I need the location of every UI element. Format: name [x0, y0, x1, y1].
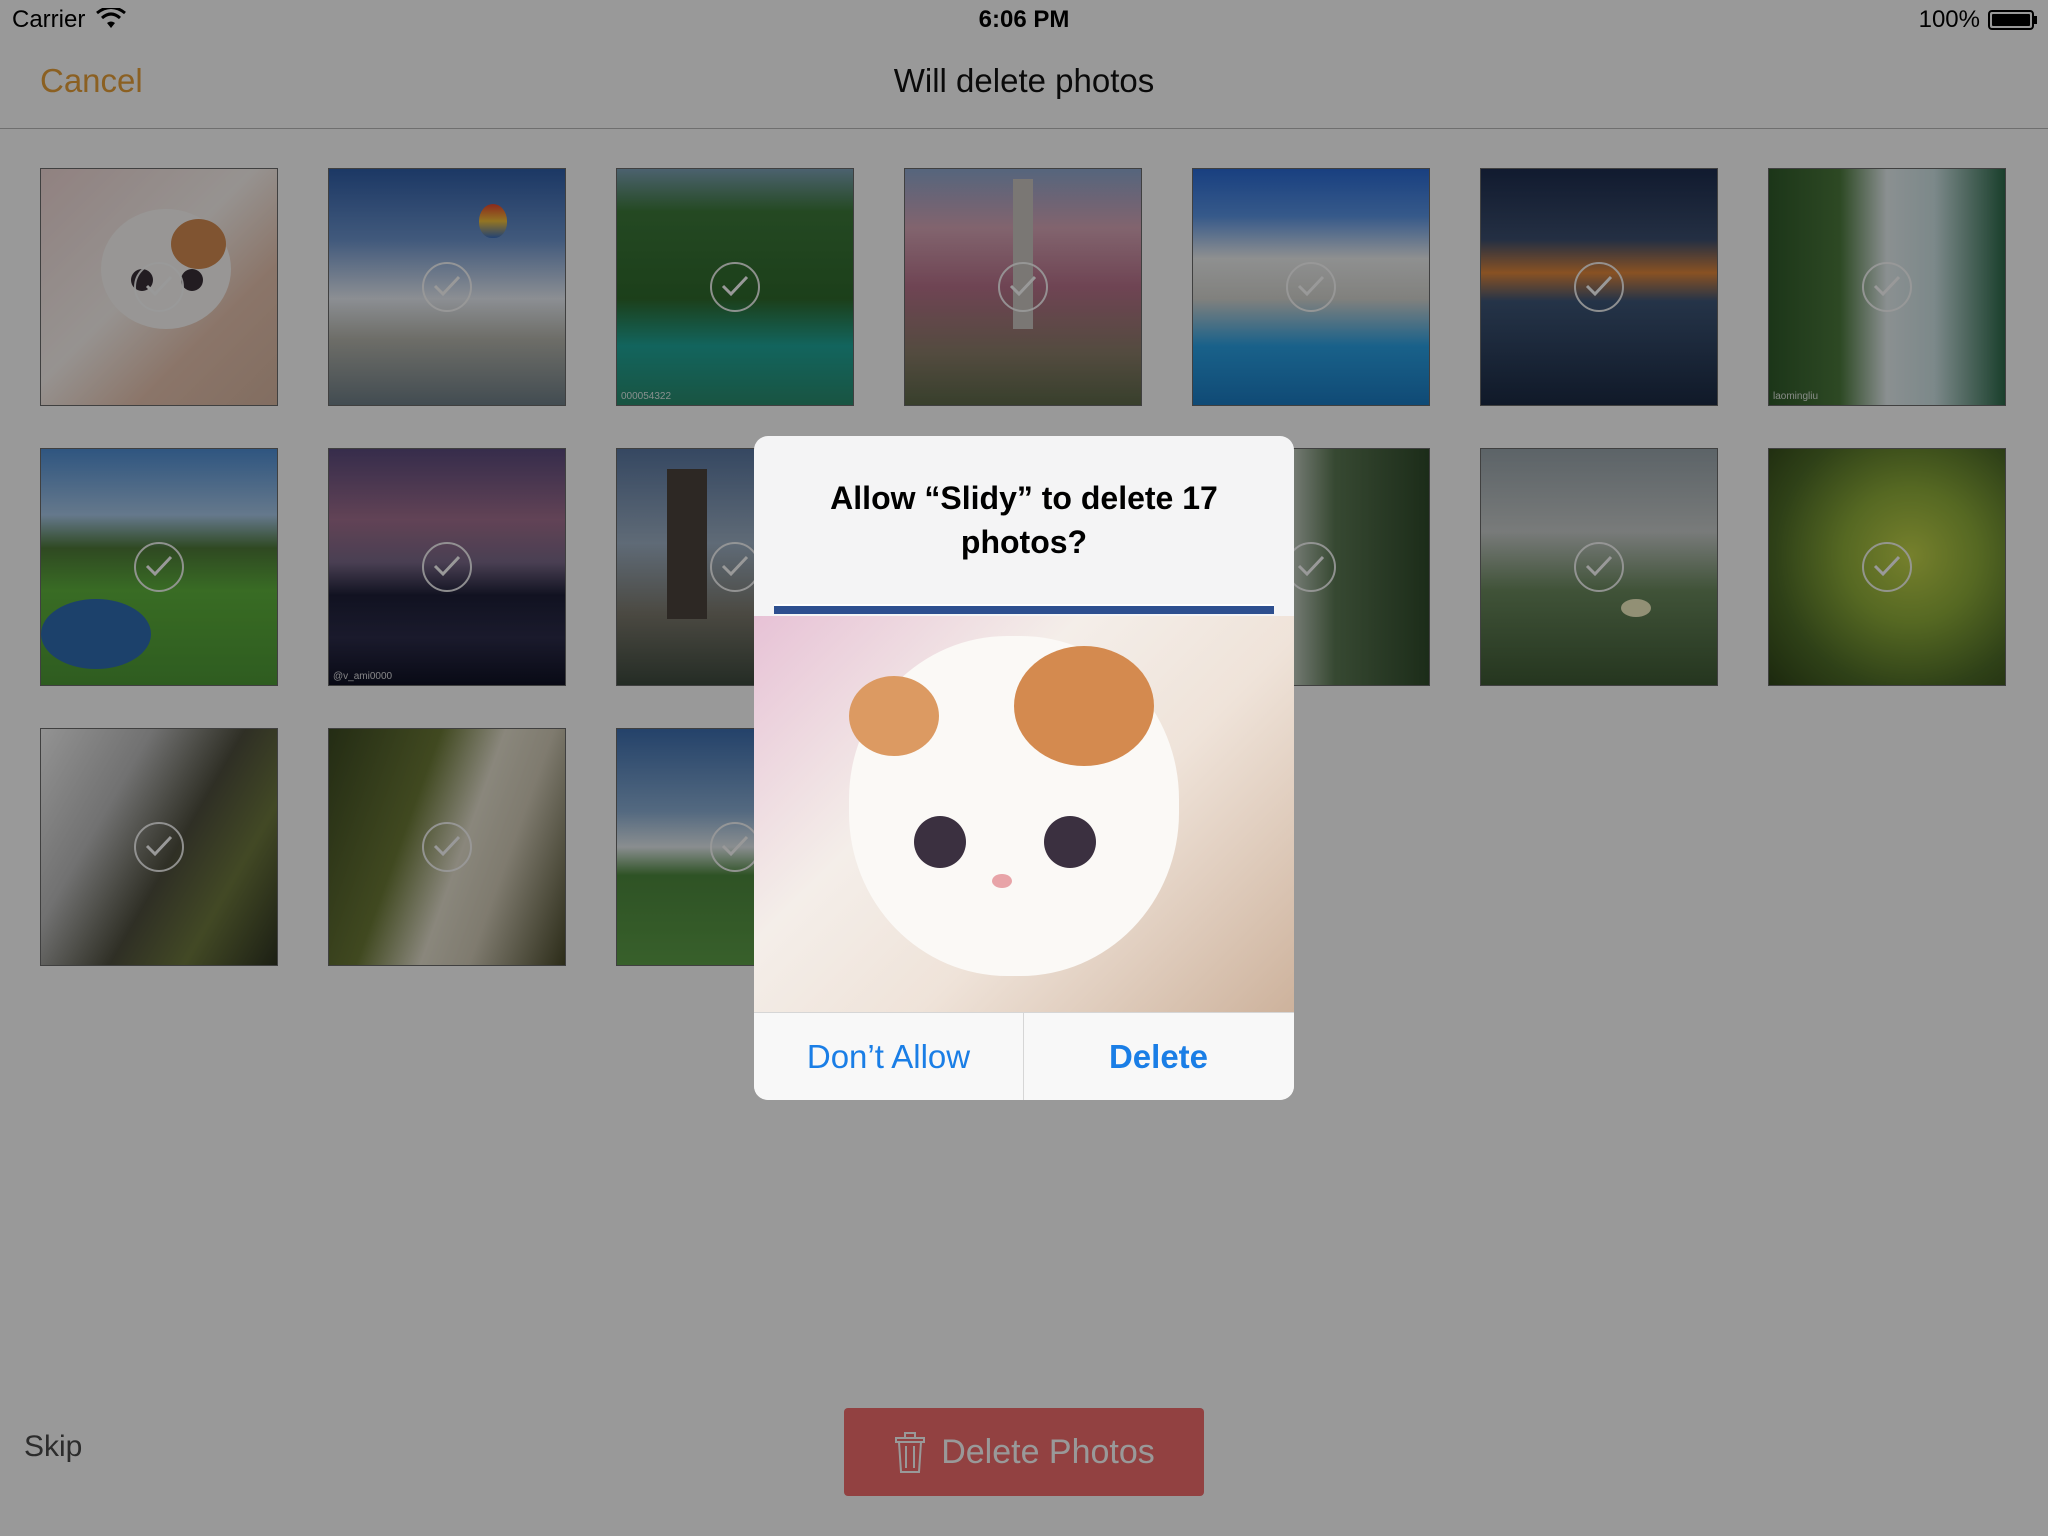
alert-title: Allow “Slidy” to delete 17 photos? — [830, 480, 1218, 560]
alert-button-row: Don’t Allow Delete — [754, 1012, 1294, 1100]
dont-allow-button[interactable]: Don’t Allow — [754, 1013, 1024, 1100]
alert-preview-strip — [774, 604, 1274, 614]
delete-button[interactable]: Delete — [1024, 1013, 1293, 1100]
alert-preview-photo — [754, 616, 1294, 1012]
delete-permission-alert: Allow “Slidy” to delete 17 photos? Don’t… — [754, 436, 1294, 1100]
